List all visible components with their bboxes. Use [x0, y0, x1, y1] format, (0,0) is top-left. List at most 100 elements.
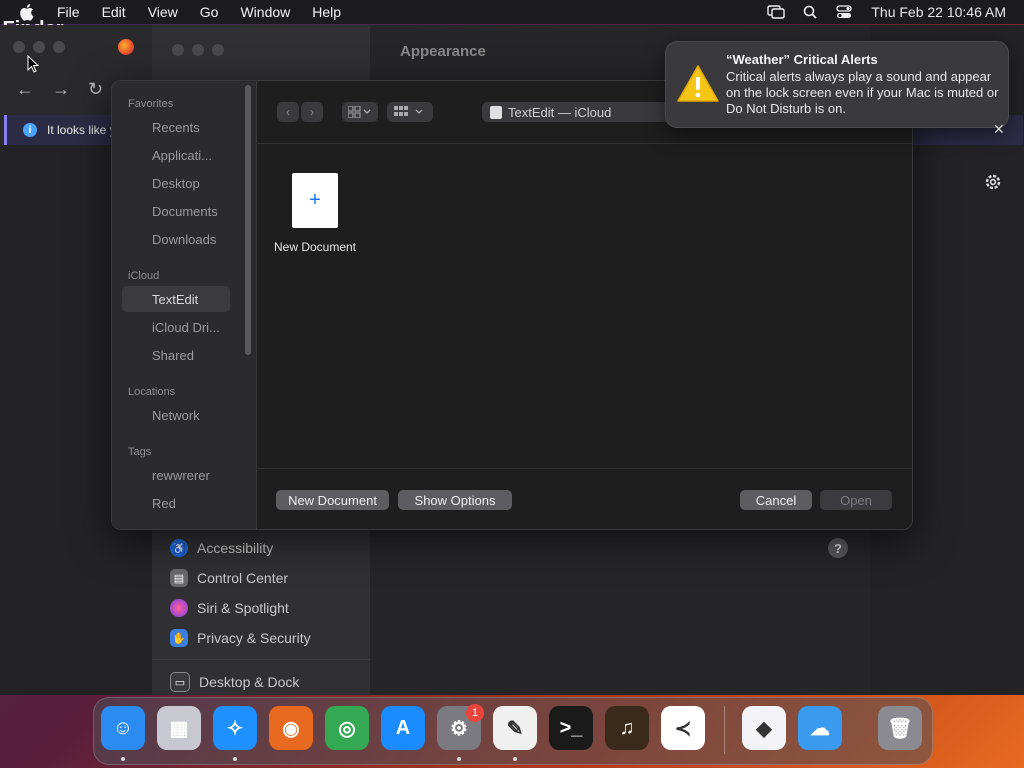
settings-close-button[interactable] — [172, 44, 184, 56]
settings-item-label: Control Center — [197, 570, 289, 586]
firefox-tab-icon[interactable] — [118, 39, 134, 55]
trash-icon[interactable]: 🗑 — [878, 706, 922, 750]
gear-icon[interactable] — [983, 172, 1003, 192]
vscode-icon[interactable]: ≺ — [661, 706, 705, 750]
app-store-icon[interactable]: A — [381, 706, 425, 750]
forward-arrow-icon[interactable]: → — [52, 79, 70, 100]
textedit-icon[interactable]: ✎ — [493, 706, 537, 750]
sidebar-item-downloads[interactable]: Downloads — [122, 226, 230, 252]
garageband-icon[interactable]: ♫ — [605, 706, 649, 750]
sidebar-item-label: Network — [152, 407, 200, 423]
window-zoom-button[interactable] — [53, 41, 65, 53]
settings-item-accessibility[interactable]: ♿ Accessibility — [170, 539, 273, 557]
dialog-footer: New Document Show Options Cancel Open — [256, 468, 912, 529]
tag-dot-icon — [130, 496, 144, 510]
menu-clock[interactable]: Thu Feb 22 10:46 AM — [871, 4, 1006, 20]
sidebar-item-recents[interactable]: Recents — [122, 114, 230, 140]
sidebar-item-label: Shared — [152, 347, 194, 363]
open-button[interactable]: Open — [820, 490, 892, 510]
icon-view-button[interactable] — [342, 102, 378, 122]
menu-help[interactable]: Help — [312, 4, 341, 20]
show-options-button[interactable]: Show Options — [398, 490, 512, 510]
terminal-icon[interactable]: >_ — [549, 706, 593, 750]
sidebar-item-desktop[interactable]: Desktop — [122, 170, 230, 196]
close-icon[interactable]: ✕ — [993, 121, 1005, 138]
back-button[interactable]: ‹ — [277, 102, 299, 122]
mouse-cursor-icon — [27, 55, 39, 73]
desktop-icon — [130, 176, 144, 190]
settings-item-siri[interactable]: Siri & Spotlight — [170, 599, 289, 617]
hand-icon: ✋ — [170, 629, 188, 647]
settings-item-label: Siri & Spotlight — [197, 600, 289, 616]
control-center-icon[interactable] — [835, 3, 853, 21]
dock-separator — [724, 706, 725, 754]
dock-icon: ▭ — [170, 672, 190, 692]
notification-badge: 1 — [466, 704, 484, 722]
weather-icon[interactable]: ☁ — [798, 706, 842, 750]
running-indicator — [457, 757, 461, 761]
sidebar-item-shared[interactable]: Shared — [122, 342, 230, 368]
group-view-button[interactable] — [387, 102, 433, 122]
new-document-label[interactable]: New Document — [262, 240, 368, 254]
menu-edit[interactable]: Edit — [102, 4, 126, 20]
forward-button[interactable]: › — [301, 102, 323, 122]
launchpad-icon[interactable]: ▦ — [157, 706, 201, 750]
sidebar-item-applications[interactable]: Applicati... — [122, 142, 230, 168]
sidebar-item-documents[interactable]: Documents — [122, 198, 230, 224]
chrome-icon[interactable]: ◎ — [325, 706, 369, 750]
critical-alerts-notification[interactable]: “Weather” Critical Alerts Critical alert… — [665, 41, 1009, 128]
settings-item-privacy[interactable]: ✋ Privacy & Security — [170, 629, 311, 647]
menu-go[interactable]: Go — [200, 4, 219, 20]
sidebar-item-label: Desktop — [152, 175, 200, 191]
firefox-icon[interactable]: ◉ — [269, 706, 313, 750]
visual-studio-icon[interactable]: ◆ — [742, 706, 786, 750]
settings-item-control-center[interactable]: ▤ Control Center — [170, 569, 288, 587]
sidebar-item-network[interactable]: Network — [122, 402, 230, 428]
sidebar-item-tag-red[interactable]: Red — [122, 490, 230, 516]
tags-header: Tags — [128, 446, 152, 458]
window-minimize-button[interactable] — [33, 41, 45, 53]
safari-icon[interactable]: ✧ — [213, 706, 257, 750]
settings-zoom-button[interactable] — [212, 44, 224, 56]
finder-icon[interactable]: ☺ — [101, 706, 145, 750]
dialog-sidebar: Favorites Recents Applicati... Desktop D… — [112, 81, 257, 529]
shared-folder-icon — [130, 348, 144, 362]
running-indicator — [513, 757, 517, 761]
back-arrow-icon[interactable]: ← — [16, 79, 34, 100]
sidebar-item-label: Applicati... — [152, 147, 212, 163]
settings-minimize-button[interactable] — [192, 44, 204, 56]
settings-title: Appearance — [400, 43, 486, 60]
download-icon — [130, 232, 144, 246]
menu-window[interactable]: Window — [240, 4, 290, 20]
sidebar-item-tag-rewwrerer[interactable]: rewwrerer — [122, 462, 230, 488]
info-bar-text: It looks like y — [47, 123, 116, 137]
running-indicator — [233, 757, 237, 761]
sidebar-item-label: Documents — [152, 203, 218, 219]
reload-icon[interactable]: ↻ — [88, 79, 103, 100]
favorites-header: Favorites — [128, 98, 174, 110]
sidebar-scrollbar[interactable] — [245, 85, 251, 355]
sidebar-divider — [152, 659, 370, 660]
network-icon — [130, 408, 144, 422]
cancel-button[interactable]: Cancel — [740, 490, 812, 510]
window-close-button[interactable] — [13, 41, 25, 53]
screen-mirroring-icon[interactable] — [767, 3, 786, 21]
menu-view[interactable]: View — [148, 4, 178, 20]
sidebar-item-label: Recents — [152, 119, 200, 135]
notification-title: “Weather” Critical Alerts — [726, 52, 878, 67]
sidebar-item-icloud-drive[interactable]: iCloud Dri... — [122, 314, 230, 340]
settings-item-desktop-dock[interactable]: ▭ Desktop & Dock — [170, 672, 299, 692]
clock-icon — [130, 120, 144, 134]
help-button[interactable]: ? — [828, 538, 848, 558]
spotlight-search-icon[interactable] — [801, 3, 819, 21]
notification-body: Critical alerts always play a sound and … — [726, 69, 999, 116]
open-file-dialog: Favorites Recents Applicati... Desktop D… — [111, 80, 913, 530]
sidebar-item-label: Downloads — [152, 231, 217, 247]
sidebar-item-label: Red — [152, 495, 176, 511]
sidebar-item-textedit[interactable]: TextEdit — [122, 286, 230, 312]
sidebar-item-label: rewwrerer — [152, 467, 210, 483]
siri-icon — [170, 599, 188, 617]
new-document-button[interactable]: New Document — [276, 490, 389, 510]
new-document-thumbnail[interactable]: + — [292, 173, 338, 228]
folder-icon — [130, 292, 144, 306]
